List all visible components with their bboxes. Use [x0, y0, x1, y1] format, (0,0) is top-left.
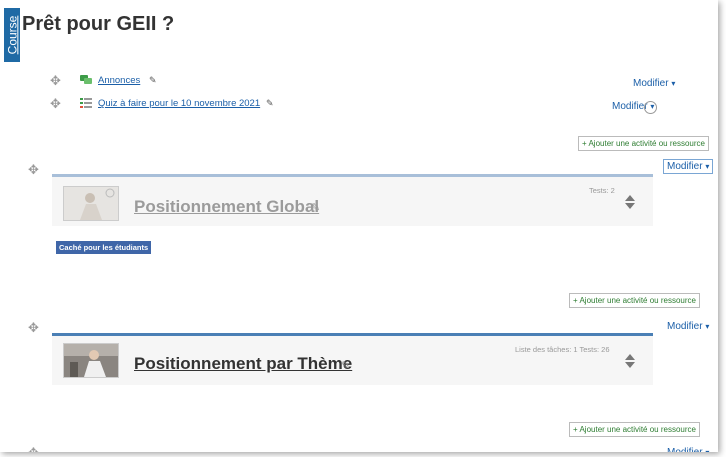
course-drawer-tab[interactable]: Course	[4, 8, 20, 62]
move-handle-icon[interactable]: ✥	[50, 74, 61, 87]
modifier-menu-annonces[interactable]: Modifier ▾	[633, 78, 675, 89]
section-move-handle-icon[interactable]: ✥	[28, 321, 39, 334]
section-meta: Liste des tâches: 1 Tests: 26	[515, 345, 610, 354]
edit-title-pencil-icon[interactable]: ✎	[311, 201, 320, 214]
completion-checkbox-icon[interactable]	[644, 101, 657, 114]
section-modifier-menu[interactable]: Modifier ▾	[663, 159, 714, 174]
section-thumbnail-image	[63, 343, 119, 378]
section-move-handle-icon[interactable]: ✥	[28, 163, 39, 176]
section-modifier-menu[interactable]: Modifier ▾	[667, 447, 709, 452]
section-title[interactable]: Positionnement Global	[134, 197, 319, 217]
section-modifier-menu[interactable]: Modifier ▾	[667, 321, 709, 332]
hidden-status-badge: Caché pour les étudiants	[56, 241, 152, 254]
move-handle-icon[interactable]: ✥	[50, 97, 61, 110]
section-sort-arrows-icon[interactable]	[625, 195, 635, 209]
edit-pencil-icon[interactable]: ✎	[266, 98, 274, 109]
quiz-icon	[80, 98, 92, 108]
add-activity-button[interactable]: + Ajouter une activité ou ressource	[578, 136, 709, 151]
page-title: Prêt pour GEII ?	[22, 13, 175, 35]
add-activity-button[interactable]: + Ajouter une activité ou ressource	[569, 293, 700, 308]
section-move-handle-icon[interactable]: ✥	[28, 446, 39, 452]
forum-icon	[80, 75, 92, 84]
course-page: Course Prêt pour GEII ? ✥ Annonces ✎ Mod…	[0, 0, 718, 452]
edit-pencil-icon[interactable]: ✎	[149, 75, 157, 86]
activity-link-quiz[interactable]: Quiz à faire pour le 10 novembre 2021	[98, 98, 260, 109]
activity-link-annonces[interactable]: Annonces	[98, 75, 140, 86]
section-meta: Tests: 2	[589, 186, 615, 195]
edit-title-pencil-icon[interactable]: ✎	[341, 359, 350, 372]
section-sort-arrows-icon[interactable]	[625, 354, 635, 368]
section-title[interactable]: Positionnement par Thème	[134, 354, 352, 374]
section-thumbnail-image	[63, 186, 119, 221]
add-activity-button[interactable]: + Ajouter une activité ou ressource	[569, 422, 700, 437]
course-tab-label: Course	[5, 15, 19, 55]
